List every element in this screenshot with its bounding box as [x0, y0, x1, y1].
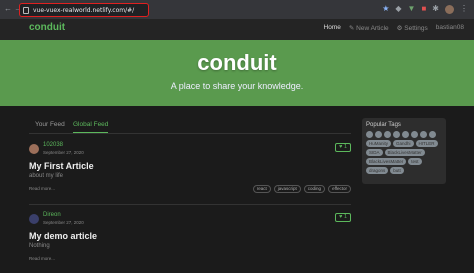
favorite-button[interactable]: ♥ 1: [335, 143, 351, 152]
nav-home[interactable]: Home: [324, 24, 341, 32]
tag-pill[interactable]: [429, 131, 436, 138]
tag-pill[interactable]: [366, 131, 373, 138]
article-description: about my life: [29, 173, 64, 179]
star-icon[interactable]: ★: [382, 4, 389, 14]
author-name[interactable]: 102038: [43, 142, 63, 148]
read-more-link[interactable]: Read more...: [29, 256, 55, 261]
url-text: vue-vuex-realworld.netlify.com/#/: [33, 6, 135, 14]
more-menu-icon[interactable]: ⋮: [460, 4, 468, 14]
article-tag: react: [252, 185, 271, 193]
nav-settings[interactable]: ⚙ Settings: [397, 24, 428, 32]
lock-icon: [23, 6, 29, 14]
sidebar-title: Popular Tags: [366, 122, 401, 128]
tag-pill[interactable]: [402, 131, 409, 138]
tag-pill[interactable]: Gandhi: [393, 140, 414, 147]
tag-pill[interactable]: [393, 131, 400, 138]
puzzle-icon[interactable]: ✱: [432, 4, 439, 14]
article-tag: coding: [303, 185, 326, 193]
tag-pill[interactable]: HuManity: [366, 140, 392, 147]
article-description: Nothing: [29, 243, 50, 249]
nav-links: Home ✎ New Article ⚙ Settings bastian08: [324, 24, 464, 32]
article-tag: effector: [328, 185, 351, 193]
author-avatar[interactable]: [29, 144, 39, 154]
vue-devtools-icon[interactable]: ▼: [408, 4, 416, 14]
brand-logo[interactable]: conduit: [29, 22, 65, 33]
tag-pill[interactable]: [375, 131, 382, 138]
author-avatar[interactable]: [29, 214, 39, 224]
author-name[interactable]: Direon: [43, 212, 61, 218]
article-tag: javascript: [273, 185, 301, 193]
hero-banner: conduit A place to share your knowledge.: [0, 40, 474, 106]
browser-toolbar: ← → vue-vuex-realworld.netlify.com/#/ ★ …: [0, 0, 474, 19]
popular-tags-sidebar: Popular Tags HuManity Gandhi HITLER SIDA…: [362, 118, 446, 184]
tag-pill[interactable]: [384, 131, 391, 138]
article-tag-list: react javascript coding effector: [252, 185, 351, 193]
article-preview: 102038 September 27, 2020 ♥ 1 My First A…: [29, 142, 351, 198]
extension-icon[interactable]: ◆: [395, 4, 401, 14]
article-divider: [29, 204, 351, 205]
tag-pill[interactable]: [411, 131, 418, 138]
browser-extension-icons: ★ ◆ ▼ ■ ✱ ⋮: [382, 4, 468, 14]
tab-global-feed[interactable]: Global Feed: [73, 121, 109, 133]
tag-pill[interactable]: dragons: [366, 167, 389, 174]
banner-subtitle: A place to share your knowledge.: [170, 81, 304, 91]
tag-pill[interactable]: SIDA: [366, 149, 383, 156]
banner-title: conduit: [197, 50, 277, 75]
article-meta: Direon September 27, 2020 ♥ 1: [29, 212, 351, 228]
article-date: September 27, 2020: [43, 220, 84, 225]
tag-pill[interactable]: BlackLivesMatter: [366, 158, 407, 165]
url-bar[interactable]: vue-vuex-realworld.netlify.com/#/: [19, 3, 149, 17]
favorite-button[interactable]: ♥ 1: [335, 213, 351, 222]
profile-avatar-icon[interactable]: [445, 4, 454, 14]
tag-pill[interactable]: [420, 131, 427, 138]
extension-red-icon[interactable]: ■: [421, 4, 426, 14]
article-date: September 27, 2020: [43, 150, 84, 155]
tag-pill[interactable]: test: [408, 158, 422, 165]
tag-list: HuManity Gandhi HITLER SIDA BlackLivesMa…: [366, 131, 442, 174]
tag-pill[interactable]: HITLER: [415, 140, 438, 147]
article-title[interactable]: My First Article: [29, 161, 94, 171]
app-navbar: conduit Home ✎ New Article ⚙ Settings ba…: [0, 19, 474, 40]
article-title[interactable]: My demo article: [29, 231, 97, 241]
article-meta: 102038 September 27, 2020 ♥ 1: [29, 142, 351, 158]
nav-new-article[interactable]: ✎ New Article: [349, 24, 389, 32]
tag-pill[interactable]: butt: [390, 167, 404, 174]
feed-tabs: Your Feed Global Feed: [29, 118, 351, 134]
nav-profile[interactable]: bastian08: [436, 24, 464, 32]
tag-pill[interactable]: BlackLivesMatter: [384, 149, 425, 156]
read-more-link[interactable]: Read more...: [29, 186, 55, 191]
tab-your-feed[interactable]: Your Feed: [35, 121, 65, 128]
article-preview: Direon September 27, 2020 ♥ 1 My demo ar…: [29, 212, 351, 268]
